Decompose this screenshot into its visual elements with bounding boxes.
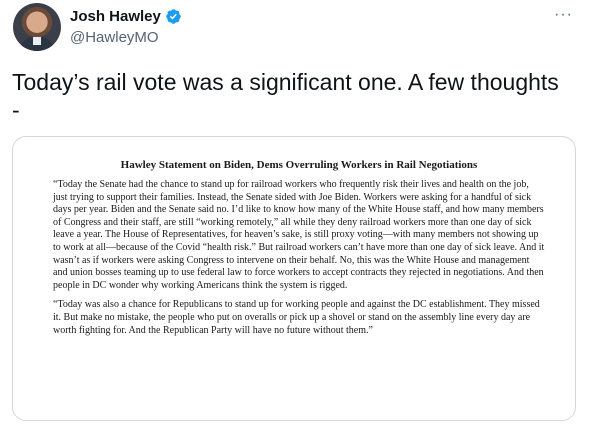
author-name-row: Josh Hawley: [70, 8, 182, 25]
more-options-icon[interactable]: ···: [554, 6, 573, 24]
author-handle[interactable]: @HawleyMO: [70, 29, 159, 46]
author-name[interactable]: Josh Hawley: [70, 8, 161, 25]
verified-badge-icon: [166, 9, 181, 24]
statement-paragraph-2: “Today was also a chance for Republicans…: [53, 299, 540, 336]
tweet-text: Today’s rail vote was a significant one.…: [12, 69, 559, 123]
statement-paragraph-1: “Today the Senate had the chance to stan…: [53, 179, 545, 291]
avatar[interactable]: [13, 3, 61, 51]
attached-image[interactable]: Hawley Statement on Biden, Dems Overruli…: [12, 136, 576, 421]
statement-document: Hawley Statement on Biden, Dems Overruli…: [53, 159, 545, 344]
statement-title: Hawley Statement on Biden, Dems Overruli…: [120, 159, 478, 171]
avatar-collar: [33, 37, 41, 45]
